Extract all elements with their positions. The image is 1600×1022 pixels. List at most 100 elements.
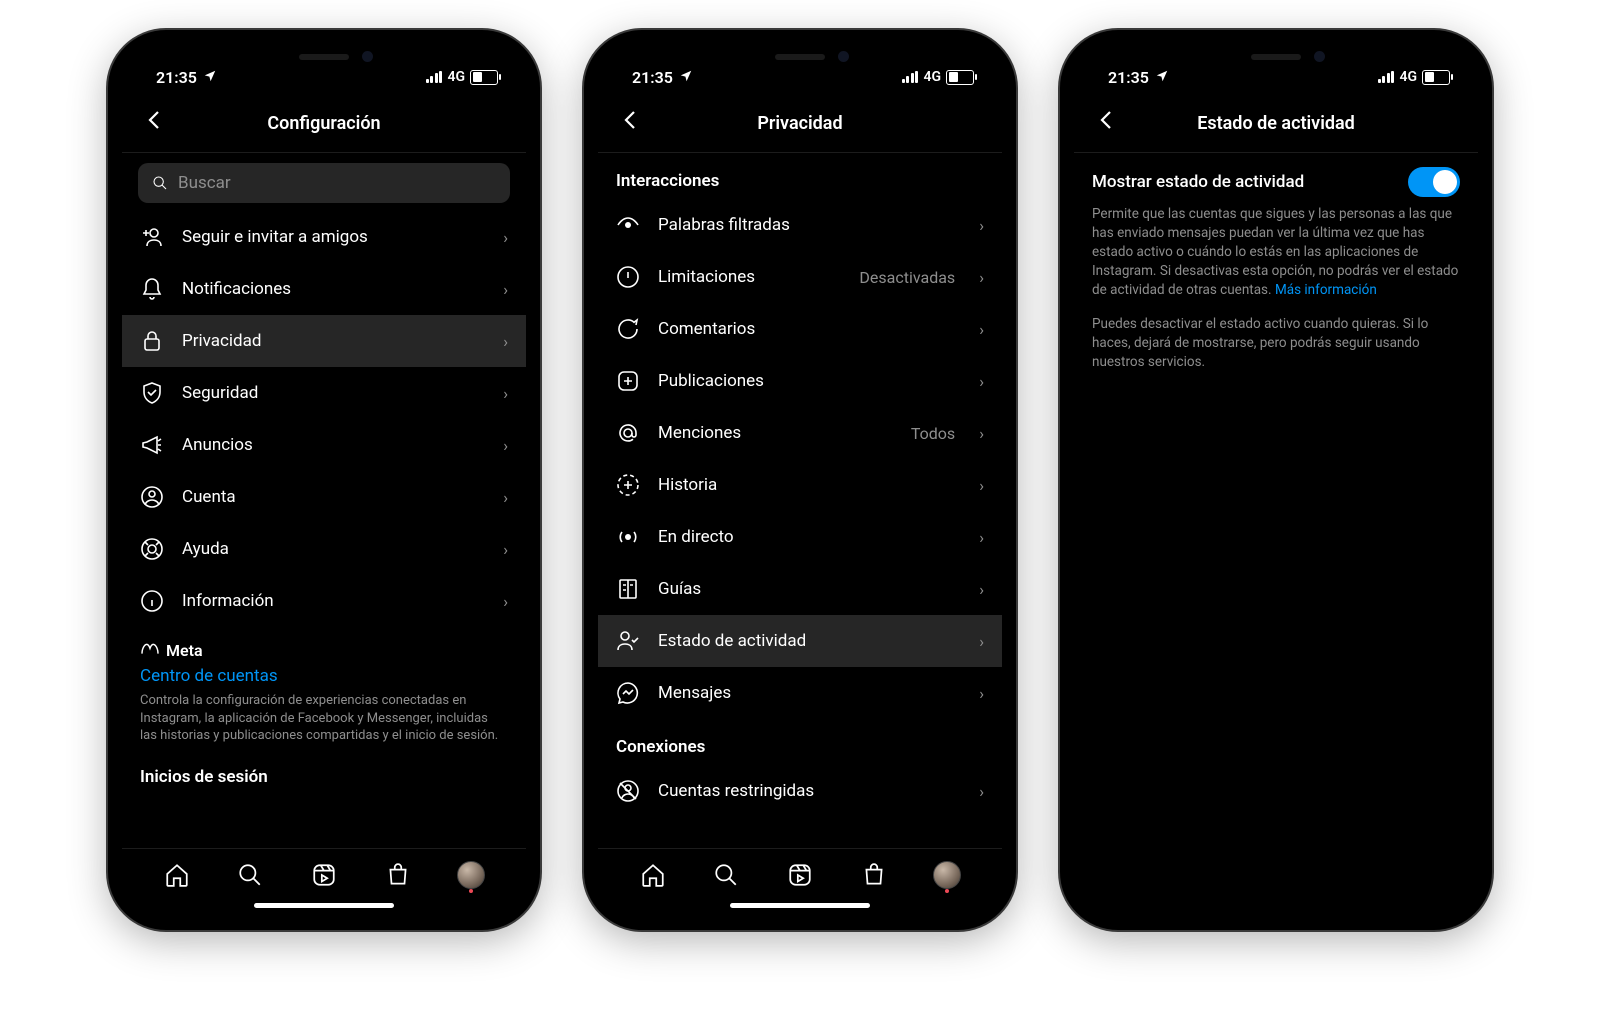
page-title: Configuración — [122, 113, 526, 134]
lifebuoy-icon — [140, 537, 164, 561]
chevron-right-icon: › — [979, 424, 984, 443]
row-restricted-accounts[interactable]: Cuentas restringidas › — [598, 765, 1002, 817]
phone-frame-settings: 21:35 4G Configuración Buscar — [108, 30, 540, 930]
status-time: 21:35 — [1108, 68, 1149, 87]
chevron-right-icon: › — [979, 632, 984, 651]
notch — [1191, 44, 1361, 74]
row-comments[interactable]: Comentarios › — [598, 303, 1002, 355]
row-hidden-words[interactable]: Palabras filtradas › — [598, 199, 1002, 251]
nav-home[interactable] — [163, 861, 191, 889]
cell-signal-icon — [902, 71, 919, 83]
network-label: 4G — [1399, 69, 1417, 85]
row-security[interactable]: Seguridad › — [122, 367, 526, 419]
page-title: Estado de actividad — [1074, 113, 1478, 134]
search-placeholder: Buscar — [178, 173, 231, 193]
row-help[interactable]: Ayuda › — [122, 523, 526, 575]
shield-icon — [140, 381, 164, 405]
row-privacy[interactable]: Privacidad › — [122, 315, 526, 367]
row-account[interactable]: Cuenta › — [122, 471, 526, 523]
nav-reels[interactable] — [786, 861, 814, 889]
plus-square-icon — [616, 369, 640, 393]
home-indicator[interactable] — [730, 903, 870, 908]
eye-hidden-icon — [616, 213, 640, 237]
chevron-right-icon: › — [503, 592, 508, 611]
restricted-icon — [616, 779, 640, 803]
battery-icon — [470, 70, 498, 85]
nav-search[interactable] — [236, 861, 264, 889]
row-guides[interactable]: Guías › — [598, 563, 1002, 615]
location-icon — [679, 68, 693, 87]
megaphone-icon — [140, 433, 164, 457]
back-button[interactable] — [1090, 106, 1122, 140]
toggle-label: Mostrar estado de actividad — [1092, 172, 1304, 192]
activity-description-1: Permite que las cuentas que sigues y las… — [1074, 205, 1478, 299]
phone-frame-privacy: 21:35 4G Privacidad Interacciones Palabr… — [584, 30, 1016, 930]
cell-signal-icon — [1378, 71, 1395, 83]
chevron-right-icon: › — [503, 436, 508, 455]
meta-logo-icon — [140, 641, 160, 660]
location-icon — [203, 68, 217, 87]
toggle-show-activity[interactable]: Mostrar estado de actividad — [1074, 153, 1478, 205]
nav-reels[interactable] — [310, 861, 338, 889]
nav-profile[interactable] — [457, 861, 485, 889]
nav-home[interactable] — [639, 861, 667, 889]
user-plus-icon — [140, 225, 164, 249]
section-connections: Conexiones — [598, 719, 1002, 765]
back-button[interactable] — [614, 106, 646, 140]
info-icon — [140, 589, 164, 613]
row-messages[interactable]: Mensajes › — [598, 667, 1002, 719]
chevron-right-icon: › — [979, 684, 984, 703]
phone-frame-activity-status: 21:35 4G Estado de actividad Mostrar est… — [1060, 30, 1492, 930]
nav-shop[interactable] — [860, 861, 888, 889]
row-activity-status[interactable]: Estado de actividad › — [598, 615, 1002, 667]
section-interactions: Interacciones — [598, 153, 1002, 199]
chevron-right-icon: › — [979, 528, 984, 547]
more-info-link[interactable]: Más información — [1275, 282, 1377, 298]
meta-section: Meta Centro de cuentas Controla la confi… — [122, 627, 526, 749]
chevron-right-icon: › — [979, 216, 984, 235]
row-invite-friends[interactable]: Seguir e invitar a amigos › — [122, 211, 526, 263]
nav-shop[interactable] — [384, 861, 412, 889]
accounts-center-link[interactable]: Centro de cuentas — [140, 660, 508, 686]
chevron-right-icon: › — [503, 488, 508, 507]
row-posts[interactable]: Publicaciones › — [598, 355, 1002, 407]
row-mentions[interactable]: Menciones Todos › — [598, 407, 1002, 459]
status-time: 21:35 — [156, 68, 197, 87]
chevron-right-icon: › — [503, 228, 508, 247]
search-input[interactable]: Buscar — [138, 163, 510, 203]
nav-profile[interactable] — [933, 861, 961, 889]
row-notifications[interactable]: Notificaciones › — [122, 263, 526, 315]
chevron-right-icon: › — [503, 280, 508, 299]
status-time: 21:35 — [632, 68, 673, 87]
row-ads[interactable]: Anuncios › — [122, 419, 526, 471]
lock-icon — [140, 329, 164, 353]
logins-section-title: Inicios de sesión — [122, 749, 526, 795]
row-live[interactable]: En directo › — [598, 511, 1002, 563]
alert-circle-icon — [616, 265, 640, 289]
row-limits[interactable]: Limitaciones Desactivadas › — [598, 251, 1002, 303]
chevron-right-icon: › — [979, 580, 984, 599]
activity-status-icon — [616, 629, 640, 653]
home-indicator[interactable] — [254, 903, 394, 908]
nav-search[interactable] — [712, 861, 740, 889]
comment-icon — [616, 317, 640, 341]
location-icon — [1155, 68, 1169, 87]
row-story[interactable]: Historia › — [598, 459, 1002, 511]
page-title: Privacidad — [598, 113, 1002, 134]
guides-icon — [616, 577, 640, 601]
chevron-right-icon: › — [979, 782, 984, 801]
messenger-icon — [616, 681, 640, 705]
activity-description-2: Puedes desactivar el estado activo cuand… — [1074, 299, 1478, 372]
meta-description: Controla la configuración de experiencia… — [140, 686, 508, 745]
live-icon — [616, 525, 640, 549]
header: Privacidad — [598, 98, 1002, 153]
back-button[interactable] — [138, 106, 170, 140]
avatar — [457, 861, 485, 889]
chevron-right-icon: › — [503, 384, 508, 403]
header: Estado de actividad — [1074, 98, 1478, 153]
meta-brand-label: Meta — [166, 641, 203, 660]
toggle-switch-on[interactable] — [1408, 167, 1460, 197]
chevron-right-icon: › — [979, 372, 984, 391]
row-info[interactable]: Información › — [122, 575, 526, 627]
network-label: 4G — [923, 69, 941, 85]
